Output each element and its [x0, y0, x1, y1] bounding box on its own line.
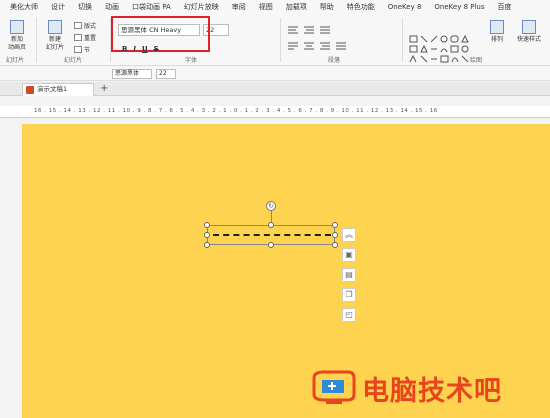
resize-handle[interactable]: [268, 242, 274, 248]
menu-item-beautify[interactable]: 美化大师: [10, 2, 38, 12]
collapse-icon[interactable]: ︽: [342, 228, 356, 242]
ribbon-separator: [402, 18, 403, 62]
horizontal-ruler: 16 . 15 . 14 . 13 . 12 . 11 . 10 . 9 . 8…: [0, 106, 550, 118]
text-options-icon[interactable]: ▤: [342, 268, 356, 282]
strikethrough-button[interactable]: S: [154, 45, 159, 53]
dashed-text-line: [213, 234, 331, 236]
resize-handle[interactable]: [204, 242, 210, 248]
copy-icon[interactable]: ❐: [342, 288, 356, 302]
watermark: 电脑技术吧: [310, 368, 550, 408]
menu-bar: 美化大师 设计 切换 动画 口袋动画 PA 幻灯片放映 审阅 视图 加载项 帮助…: [0, 0, 550, 14]
menu-item-addins[interactable]: 加载项: [286, 2, 307, 12]
bold-button[interactable]: B: [122, 45, 127, 53]
group-label-paragraph: 段落: [328, 57, 341, 64]
resize-handle[interactable]: [332, 222, 338, 228]
menu-item-design[interactable]: 设计: [51, 2, 65, 12]
menu-item-animations[interactable]: 动画: [105, 2, 119, 12]
arrange-icon: [490, 20, 504, 34]
italic-button[interactable]: I: [133, 45, 136, 53]
group-label-slides-a: 幻灯片: [6, 57, 25, 64]
toolbar-font-select[interactable]: 思源黑体: [112, 69, 152, 79]
resize-handle[interactable]: [268, 222, 274, 228]
reset-label: 重置: [84, 35, 97, 42]
arrange-button[interactable]: 排列: [484, 20, 510, 44]
toolbar-size-select[interactable]: 22: [156, 69, 176, 79]
layout-label: 版式: [84, 23, 97, 30]
section-button[interactable]: 节: [74, 45, 90, 54]
add-tab-button[interactable]: +: [100, 83, 108, 95]
quick-styles-button[interactable]: 快速样式: [512, 20, 546, 44]
layout-options-icon[interactable]: ▣: [342, 248, 356, 262]
new-animation-slide-label: 新加 动画页: [7, 36, 26, 51]
document-tab[interactable]: 演示文稿1: [22, 83, 94, 96]
quick-format-toolbar: 思源黑体 22: [0, 67, 550, 81]
paragraph-tools: [286, 24, 396, 52]
powerpoint-icon: [26, 86, 34, 94]
layout-icon: [74, 22, 82, 29]
watermark-text: 电脑技术吧: [362, 375, 502, 407]
resize-handle[interactable]: [332, 232, 338, 238]
menu-item-onekey8[interactable]: OneKey 8: [388, 3, 422, 11]
group-label-slides-b: 幻灯片: [64, 57, 83, 64]
menu-item-review[interactable]: 审阅: [232, 2, 246, 12]
resize-handle[interactable]: [204, 232, 210, 238]
menu-item-help[interactable]: 帮助: [320, 2, 334, 12]
underline-button[interactable]: U: [142, 45, 148, 53]
menu-item-special[interactable]: 特色功能: [347, 2, 375, 12]
resize-handle[interactable]: [204, 222, 210, 228]
paragraph-align-icons: [288, 26, 346, 50]
section-icon: [74, 46, 82, 53]
slide-icon: [10, 20, 24, 34]
menu-item-slideshow[interactable]: 幻灯片放映: [184, 2, 219, 12]
menu-item-transitions[interactable]: 切换: [78, 2, 92, 12]
section-label: 节: [84, 47, 91, 54]
layout-button[interactable]: 版式: [74, 21, 96, 30]
document-tab-title: 演示文稿1: [37, 85, 68, 93]
menu-item-pocket-animation[interactable]: 口袋动画 PA: [132, 2, 171, 12]
reset-button[interactable]: 重置: [74, 33, 96, 42]
resize-handle[interactable]: [332, 242, 338, 248]
new-slide-icon: [48, 20, 62, 34]
crop-icon[interactable]: ◰: [342, 308, 356, 322]
font-format-row: B I U S: [122, 45, 159, 53]
new-slide-button[interactable]: 新建 幻灯片: [42, 20, 68, 52]
ribbon-separator: [280, 18, 281, 62]
computer-logo-icon: [310, 370, 356, 406]
quick-styles-label: 快速样式: [516, 36, 541, 43]
reset-icon: [74, 34, 82, 41]
group-label-font: 字体: [185, 57, 198, 64]
menu-item-view[interactable]: 视图: [259, 2, 273, 12]
group-label-drawing: 绘图: [470, 57, 483, 64]
menu-item-baidu[interactable]: 百度: [498, 2, 512, 12]
ribbon-separator: [36, 18, 37, 62]
new-animation-slide-button[interactable]: 新加 动画页: [4, 20, 30, 52]
quick-styles-icon: [522, 20, 536, 34]
document-tab-strip: 演示文稿1 +: [0, 82, 550, 96]
ribbon: 新加 动画页 幻灯片 新建 幻灯片 版式 重置 节 幻灯片 思源黑体 CN He…: [0, 14, 550, 66]
rotate-handle-icon[interactable]: ↻: [266, 201, 276, 211]
new-slide-label: 新建 幻灯片: [45, 36, 64, 51]
menu-item-onekey8plus[interactable]: OneKey 8 Plus: [434, 3, 484, 11]
arrange-label: 排列: [490, 36, 503, 43]
